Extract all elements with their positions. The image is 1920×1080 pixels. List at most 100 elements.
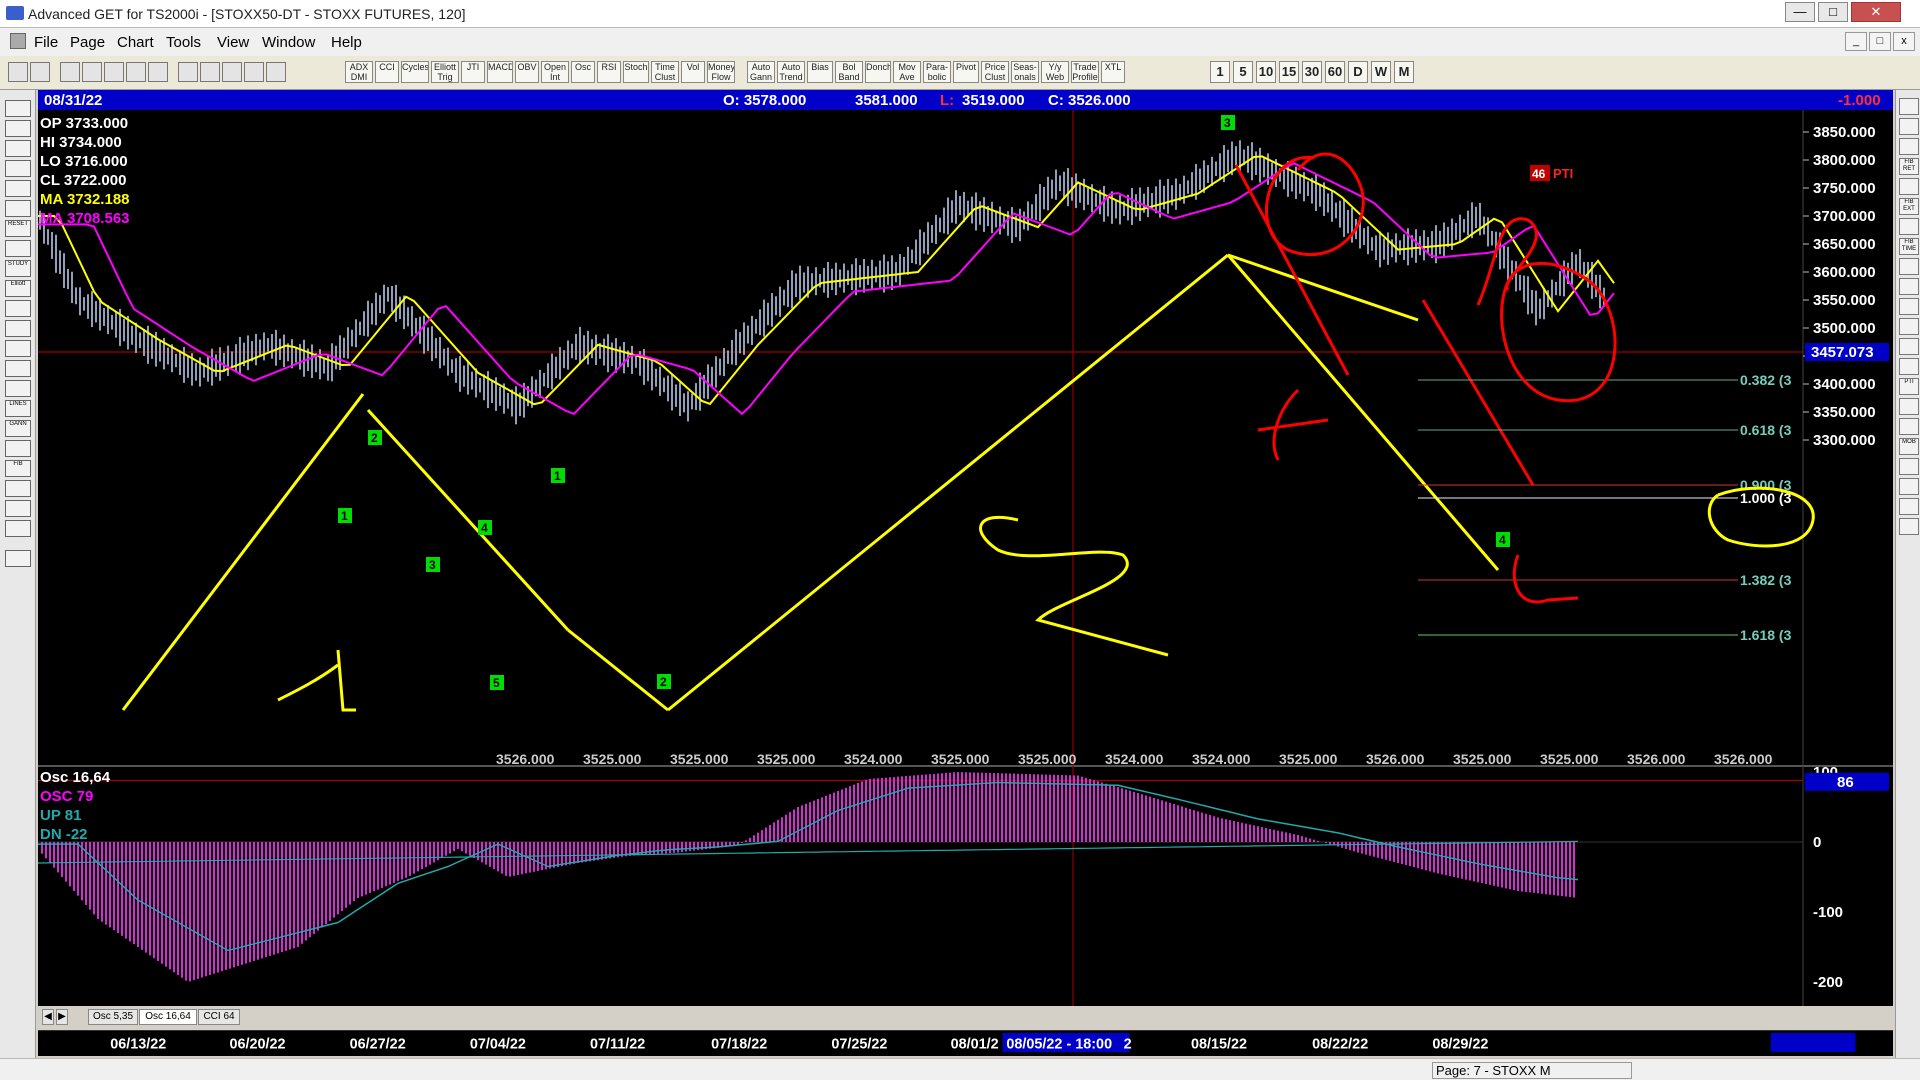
left-tool-2[interactable] (5, 120, 31, 137)
toolbar-icon-2[interactable] (30, 62, 50, 82)
study-button-seas-onals[interactable]: Seas-onals (1011, 61, 1039, 83)
left-tool-5[interactable] (5, 180, 31, 197)
chart-area[interactable]: 3850.000 3800.000 3750.000 3700.000 3650.000… (38, 110, 1893, 1010)
right-tool-12[interactable] (1899, 318, 1919, 335)
right-tool-17[interactable] (1899, 418, 1919, 435)
mdi-close-button[interactable]: x (1893, 32, 1915, 51)
toolbar-icon-6[interactable] (126, 62, 146, 82)
right-tool-14[interactable] (1899, 358, 1919, 375)
study-button-y-y-web[interactable]: Y/y Web (1041, 61, 1069, 83)
toolbar-icon-1[interactable] (8, 62, 28, 82)
interval-button-w[interactable]: W (1371, 61, 1391, 83)
right-tool-20[interactable] (1899, 478, 1919, 495)
right-tool-19[interactable] (1899, 458, 1919, 475)
left-tool-1[interactable] (5, 100, 31, 117)
tab-osc-5-35[interactable]: Osc 5,35 (88, 1009, 138, 1025)
study-button-jti[interactable]: JTI (461, 61, 485, 83)
toolbar-icon-11[interactable] (244, 62, 264, 82)
left-tool-6[interactable] (5, 200, 31, 217)
toolbar-icon-10[interactable] (222, 62, 242, 82)
left-tool-14[interactable] (5, 360, 31, 377)
study-button-adx-dmi[interactable]: ADX DMI (345, 61, 373, 83)
right-tool-13[interactable] (1899, 338, 1919, 355)
tool-fib-time[interactable]: FIB TIME (1899, 238, 1919, 255)
study-button-auto-trend[interactable]: Auto Trend (777, 61, 805, 83)
tool-gann[interactable]: GANN (5, 420, 31, 437)
right-tool-11[interactable] (1899, 298, 1919, 315)
mdi-restore-button[interactable]: □ (1869, 32, 1891, 51)
menu-chart[interactable]: Chart (117, 34, 154, 51)
study-button-cci[interactable]: CCI (375, 61, 399, 83)
tab-cci-64[interactable]: CCI 64 (198, 1009, 240, 1025)
right-tool-9[interactable] (1899, 258, 1919, 275)
study-button-money-flow[interactable]: Money Flow (707, 61, 735, 83)
close-button[interactable]: ✕ (1851, 2, 1901, 22)
left-tool-11[interactable] (5, 300, 31, 317)
interval-button-m[interactable]: M (1394, 61, 1414, 83)
left-tool-23[interactable] (5, 550, 31, 567)
tab-scroll-right[interactable]: ▶ (56, 1009, 68, 1025)
right-tool-10[interactable] (1899, 278, 1919, 295)
doc-icon[interactable] (10, 33, 26, 49)
right-tool-2[interactable] (1899, 118, 1919, 135)
study-button-bol-band[interactable]: Bol Band (835, 61, 863, 83)
toolbar-icon-3[interactable] (60, 62, 80, 82)
interval-button-d[interactable]: D (1348, 61, 1368, 83)
study-button-time-clust[interactable]: Time Clust (651, 61, 679, 83)
left-tool-15[interactable] (5, 380, 31, 397)
menu-tools[interactable]: Tools (166, 34, 201, 51)
study-button-xtl[interactable]: XTL (1101, 61, 1125, 83)
tab-scroll-left[interactable]: ◀ (42, 1009, 54, 1025)
interval-button-30[interactable]: 30 (1302, 61, 1322, 83)
interval-button-60[interactable]: 60 (1325, 61, 1345, 83)
tool-mob[interactable]: MOB (1899, 438, 1919, 455)
tool-elliott[interactable]: Elliott (5, 280, 31, 297)
study-button-vol[interactable]: Vol (681, 61, 705, 83)
menu-file[interactable]: File (34, 34, 58, 51)
study-button-elliott-trig[interactable]: Elliott Trig (431, 61, 459, 83)
study-button-para-bolic[interactable]: Para-bolic (923, 61, 951, 83)
tool-fib-ext[interactable]: FIB EXT (1899, 198, 1919, 215)
right-tool-22[interactable] (1899, 518, 1919, 535)
study-button-osc[interactable]: Osc (571, 61, 595, 83)
menu-window[interactable]: Window (262, 34, 315, 51)
study-button-price-clust[interactable]: Price Clust (981, 61, 1009, 83)
left-tool-20[interactable] (5, 480, 31, 497)
study-button-bias[interactable]: Bias (807, 61, 833, 83)
tool-lines[interactable]: LINES (5, 400, 31, 417)
study-button-donch[interactable]: Donch (865, 61, 891, 83)
menu-page[interactable]: Page (70, 34, 105, 51)
study-button-auto-gann[interactable]: Auto Gann (747, 61, 775, 83)
left-tool-13[interactable] (5, 340, 31, 357)
maximize-button[interactable]: □ (1818, 2, 1848, 22)
right-tool-16[interactable] (1899, 398, 1919, 415)
study-button-cycles[interactable]: Cycles (401, 61, 429, 83)
left-tool-12[interactable] (5, 320, 31, 337)
left-tool-8[interactable] (5, 240, 31, 257)
tool-study[interactable]: STUDY (5, 260, 31, 277)
left-tool-21[interactable] (5, 500, 31, 517)
right-tool-7[interactable] (1899, 218, 1919, 235)
right-tool-21[interactable] (1899, 498, 1919, 515)
tool-fib[interactable]: FIB (5, 460, 31, 477)
study-button-trade-profile[interactable]: Trade Profile (1071, 61, 1099, 83)
study-button-rsi[interactable]: RSI (597, 61, 621, 83)
study-button-open-int[interactable]: Open Int (541, 61, 569, 83)
toolbar-icon-5[interactable] (104, 62, 124, 82)
tool-pti[interactable]: PTI (1899, 378, 1919, 395)
interval-button-1[interactable]: 1 (1210, 61, 1230, 83)
interval-button-5[interactable]: 5 (1233, 61, 1253, 83)
tool-reset[interactable]: RESET (5, 220, 31, 237)
mdi-minimize-button[interactable]: _ (1845, 32, 1867, 51)
study-button-macd[interactable]: MACD (487, 61, 513, 83)
right-tool-5[interactable] (1899, 178, 1919, 195)
study-button-obv[interactable]: OBV (515, 61, 539, 83)
left-tool-3[interactable] (5, 140, 31, 157)
left-tool-22[interactable] (5, 520, 31, 537)
interval-button-10[interactable]: 10 (1256, 61, 1276, 83)
right-tool-3[interactable] (1899, 138, 1919, 155)
toolbar-icon-12[interactable] (266, 62, 286, 82)
left-tool-4[interactable] (5, 160, 31, 177)
toolbar-icon-7[interactable] (148, 62, 168, 82)
toolbar-icon-9[interactable] (200, 62, 220, 82)
